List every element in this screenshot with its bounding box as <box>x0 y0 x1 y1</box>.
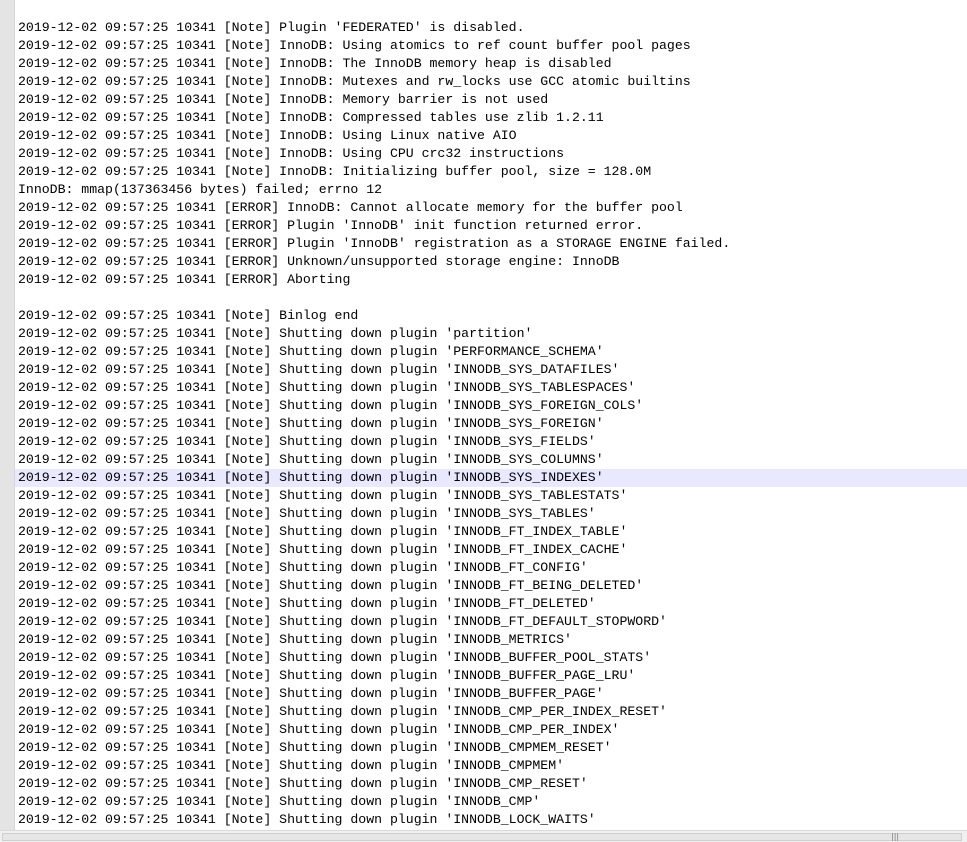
log-line[interactable]: 2019-12-02 09:57:25 10341 [Note] InnoDB:… <box>15 37 967 55</box>
log-line[interactable]: 2019-12-02 09:57:25 10341 [Note] Shuttin… <box>15 631 967 649</box>
log-line[interactable]: 2019-12-02 09:57:25 10341 [Note] Shuttin… <box>15 721 967 739</box>
log-line[interactable]: 2019-12-02 09:57:25 10341 [Note] Shuttin… <box>15 775 967 793</box>
log-line[interactable]: 2019-12-02 09:57:25 10341 [Note] InnoDB:… <box>15 163 967 181</box>
log-line[interactable]: 2019-12-02 09:57:25 10341 [Note] Shuttin… <box>15 415 967 433</box>
log-line[interactable]: 2019-12-02 09:57:25 10341 [Note] InnoDB:… <box>15 145 967 163</box>
log-line[interactable]: 2019-12-02 09:57:25 10341 [Note] Shuttin… <box>15 379 967 397</box>
log-line[interactable]: 2019-12-02 09:57:25 10341 [Note] Shuttin… <box>15 757 967 775</box>
log-line[interactable]: 2019-12-02 09:57:25 10341 [Note] Shuttin… <box>15 613 967 631</box>
log-line[interactable]: 2019-12-02 09:57:25 10341 [Note] Shuttin… <box>15 523 967 541</box>
log-line[interactable]: 2019-12-02 09:57:25 10341 [ERROR] Unknow… <box>15 253 967 271</box>
log-line[interactable]: 2019-12-02 09:57:25 10341 [Note] Shuttin… <box>15 361 967 379</box>
log-line[interactable]: 2019-12-02 09:57:25 10341 [Note] InnoDB:… <box>15 55 967 73</box>
log-line[interactable]: 2019-12-02 09:57:25 10341 [Note] Shuttin… <box>15 667 967 685</box>
log-line[interactable]: 2019-12-02 09:57:25 10341 [Note] Shuttin… <box>15 811 967 829</box>
log-line[interactable]: 2019-12-02 09:57:25 10341 [Note] Shuttin… <box>15 685 967 703</box>
scrollbar-thumb[interactable] <box>2 833 962 841</box>
log-line[interactable]: 2019-12-02 09:57:25 10341 [Note] Shuttin… <box>15 397 967 415</box>
log-line[interactable]: 2019-12-02 09:57:25 10341 [Note] Shuttin… <box>15 649 967 667</box>
scrollbar-grip-icon: ||| <box>891 832 900 841</box>
log-line[interactable]: 2019-12-02 09:57:25 10341 [ERROR] Aborti… <box>15 271 967 289</box>
log-line[interactable]: 2019-12-02 09:57:25 10341 [Note] Shuttin… <box>15 505 967 523</box>
log-line[interactable]: 2019-12-02 09:57:25 10341 [Note] Shuttin… <box>15 559 967 577</box>
log-line[interactable]: 2019-12-02 09:57:25 10341 [Note] Binlog … <box>15 307 967 325</box>
log-line[interactable]: 2019-12-02 09:57:25 10341 [Note] Shuttin… <box>15 595 967 613</box>
log-line[interactable]: 2019-12-02 09:57:25 10341 [ERROR] InnoDB… <box>15 199 967 217</box>
current-log-line[interactable]: 2019-12-02 09:57:25 10341 [Note] Shuttin… <box>15 469 967 487</box>
log-line[interactable]: 2019-12-02 09:57:25 10341 [Note] Shuttin… <box>15 793 967 811</box>
log-text-area[interactable]: 2019-12-02 09:57:25 10341 [Note] Plugin … <box>15 0 967 830</box>
log-line[interactable]: 2019-12-02 09:57:25 10341 [Note] InnoDB:… <box>15 127 967 145</box>
log-line[interactable]: InnoDB: mmap(137363456 bytes) failed; er… <box>15 181 967 199</box>
log-line[interactable]: 2019-12-02 09:57:25 10341 [Note] Plugin … <box>15 19 967 37</box>
log-line[interactable]: 2019-12-02 09:57:25 10341 [Note] InnoDB:… <box>15 91 967 109</box>
log-line[interactable]: 2019-12-02 09:57:25 10341 [Note] Shuttin… <box>15 541 967 559</box>
log-line[interactable]: 2019-12-02 09:57:25 10341 [Note] Shuttin… <box>15 739 967 757</box>
log-lines: 2019-12-02 09:57:25 10341 [Note] Plugin … <box>15 19 967 829</box>
log-line[interactable]: 2019-12-02 09:57:25 10341 [Note] Shuttin… <box>15 343 967 361</box>
log-line[interactable]: 2019-12-02 09:57:25 10341 [Note] Shuttin… <box>15 325 967 343</box>
text-editor-window: 2019-12-02 09:57:25 10341 [Note] Plugin … <box>0 0 967 842</box>
log-line[interactable]: 2019-12-02 09:57:25 10341 [Note] InnoDB:… <box>15 73 967 91</box>
log-line[interactable] <box>15 289 967 307</box>
log-line[interactable]: 2019-12-02 09:57:25 10341 [Note] Shuttin… <box>15 433 967 451</box>
horizontal-scrollbar[interactable]: ||| <box>0 830 967 842</box>
log-line[interactable]: 2019-12-02 09:57:25 10341 [Note] InnoDB:… <box>15 109 967 127</box>
log-line[interactable]: 2019-12-02 09:57:25 10341 [ERROR] Plugin… <box>15 217 967 235</box>
log-line[interactable]: 2019-12-02 09:57:25 10341 [ERROR] Plugin… <box>15 235 967 253</box>
log-line[interactable]: 2019-12-02 09:57:25 10341 [Note] Shuttin… <box>15 577 967 595</box>
log-line[interactable]: 2019-12-02 09:57:25 10341 [Note] Shuttin… <box>15 703 967 721</box>
log-line[interactable]: 2019-12-02 09:57:25 10341 [Note] Shuttin… <box>15 487 967 505</box>
editor-gutter[interactable] <box>0 0 15 830</box>
log-line[interactable]: 2019-12-02 09:57:25 10341 [Note] Shuttin… <box>15 451 967 469</box>
